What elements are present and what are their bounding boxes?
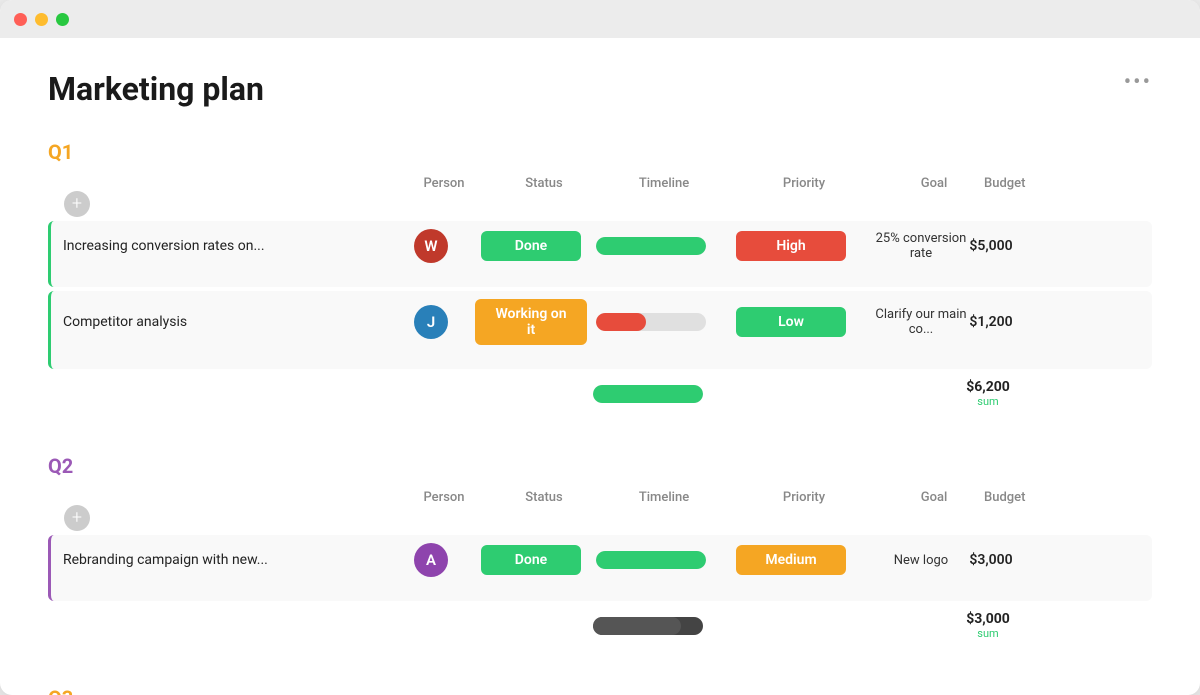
row-timeline <box>591 229 711 263</box>
row-goal: New logo <box>871 545 971 576</box>
row-priority: Medium <box>711 537 871 583</box>
timeline-bar <box>596 551 706 569</box>
sum-timeline-bar <box>593 385 703 403</box>
sum-timeline <box>588 613 708 639</box>
sum-label: sum <box>977 627 998 640</box>
page-header: Marketing plan ••• <box>48 70 1152 108</box>
sum-row: $3,000 sum <box>48 605 1152 646</box>
q1-table-header: Person Status Timeline Priority Goal Bud… <box>48 172 1152 221</box>
timeline-bar-container <box>596 551 706 569</box>
section-title-q2: Q2 <box>48 454 1152 478</box>
maximize-dot[interactable] <box>56 13 69 26</box>
budget-value: $1,200 <box>969 314 1012 330</box>
priority-badge: High <box>736 231 846 261</box>
q1-col-status: Status <box>484 176 604 191</box>
avatar: J <box>414 305 448 339</box>
budget-value: $5,000 <box>969 238 1012 254</box>
timeline-bar-container <box>596 237 706 255</box>
row-budget: $3,000 <box>971 544 1011 576</box>
row-budget: $5,000 <box>971 230 1011 262</box>
q1-col-goal: Goal <box>884 176 984 191</box>
sum-timeline-bar-container <box>593 617 703 635</box>
titlebar <box>0 0 1200 38</box>
sum-timeline-bar <box>593 617 681 635</box>
row-avatar: J <box>391 297 471 347</box>
row-name: Increasing conversion rates on... <box>51 230 391 262</box>
section-q1: Q1 Person Status Timeline Priority Goal … <box>48 140 1152 414</box>
q1-add-button[interactable]: + <box>64 191 90 217</box>
q2-col-status: Status <box>484 490 604 505</box>
timeline-bar <box>596 313 646 331</box>
table-row: Competitor analysis J Working on it Low … <box>48 291 1152 369</box>
q2-col-priority: Priority <box>724 490 884 505</box>
row-action <box>51 353 391 369</box>
row-goal: Clarify our main co... <box>871 299 971 345</box>
row-avatar: A <box>391 535 471 585</box>
more-button[interactable]: ••• <box>1124 70 1152 95</box>
q1-col-person: Person <box>404 176 484 191</box>
q1-col-priority: Priority <box>724 176 884 191</box>
sum-row: $6,200 sum <box>48 373 1152 414</box>
avatar: A <box>414 543 448 577</box>
timeline-bar-container <box>596 313 706 331</box>
sum-budget-cell: $6,200 sum <box>968 375 1008 412</box>
section-q2: Q2 Person Status Timeline Priority Goal … <box>48 454 1152 646</box>
row-status: Done <box>471 537 591 583</box>
row-timeline <box>591 543 711 577</box>
status-badge: Done <box>481 545 581 575</box>
section-title-q1: Q1 <box>48 140 1152 164</box>
q2-add-button[interactable]: + <box>64 505 90 531</box>
budget-value: $3,000 <box>969 552 1012 568</box>
row-action <box>51 585 391 601</box>
close-dot[interactable] <box>14 13 27 26</box>
row-priority: High <box>711 223 871 269</box>
sum-label: sum <box>977 395 998 408</box>
page-title: Marketing plan <box>48 70 1152 108</box>
row-goal: 25% conversion rate <box>871 223 971 269</box>
q2-table-header: Person Status Timeline Priority Goal Bud… <box>48 486 1152 535</box>
row-status: Done <box>471 223 591 269</box>
q2-col-goal: Goal <box>884 490 984 505</box>
row-name: Rebranding campaign with new... <box>51 544 391 576</box>
avatar: W <box>414 229 448 263</box>
table-row: Rebranding campaign with new... A Done M… <box>48 535 1152 601</box>
q1-col-timeline: Timeline <box>604 176 724 191</box>
section-q3: Q3 Person Status Timeline Priority Goal … <box>48 686 1152 695</box>
row-action <box>51 271 391 287</box>
goal-text: Clarify our main co... <box>875 307 967 337</box>
q2-col-timeline: Timeline <box>604 490 724 505</box>
status-badge: Done <box>481 231 581 261</box>
goal-text: 25% conversion rate <box>875 231 967 261</box>
row-status: Working on it <box>471 291 591 353</box>
sum-timeline <box>588 381 708 407</box>
q2-col-budget: Budget <box>984 490 1024 505</box>
q1-col-add: + <box>64 191 404 217</box>
q2-col-add: + <box>64 505 404 531</box>
table-row: Increasing conversion rates on... W Done… <box>48 221 1152 287</box>
sum-timeline-bar-container <box>593 385 703 403</box>
row-timeline <box>591 305 711 339</box>
q2-col-person: Person <box>404 490 484 505</box>
priority-badge: Low <box>736 307 846 337</box>
sum-budget-cell: $3,000 sum <box>968 607 1008 644</box>
goal-text: New logo <box>894 553 948 568</box>
row-priority: Low <box>711 299 871 345</box>
main-content: Marketing plan ••• Q1 Person Status Time… <box>0 38 1200 695</box>
row-name: Competitor analysis <box>51 306 391 338</box>
row-budget: $1,200 <box>971 306 1011 338</box>
timeline-bar <box>596 237 706 255</box>
sum-value: $3,000 <box>966 611 1010 627</box>
status-badge: Working on it <box>475 299 587 345</box>
row-avatar: W <box>391 221 471 271</box>
section-title-q3: Q3 <box>48 686 1152 695</box>
q1-col-budget: Budget <box>984 176 1024 191</box>
minimize-dot[interactable] <box>35 13 48 26</box>
sum-value: $6,200 <box>966 379 1010 395</box>
priority-badge: Medium <box>736 545 846 575</box>
app-window: Marketing plan ••• Q1 Person Status Time… <box>0 0 1200 695</box>
